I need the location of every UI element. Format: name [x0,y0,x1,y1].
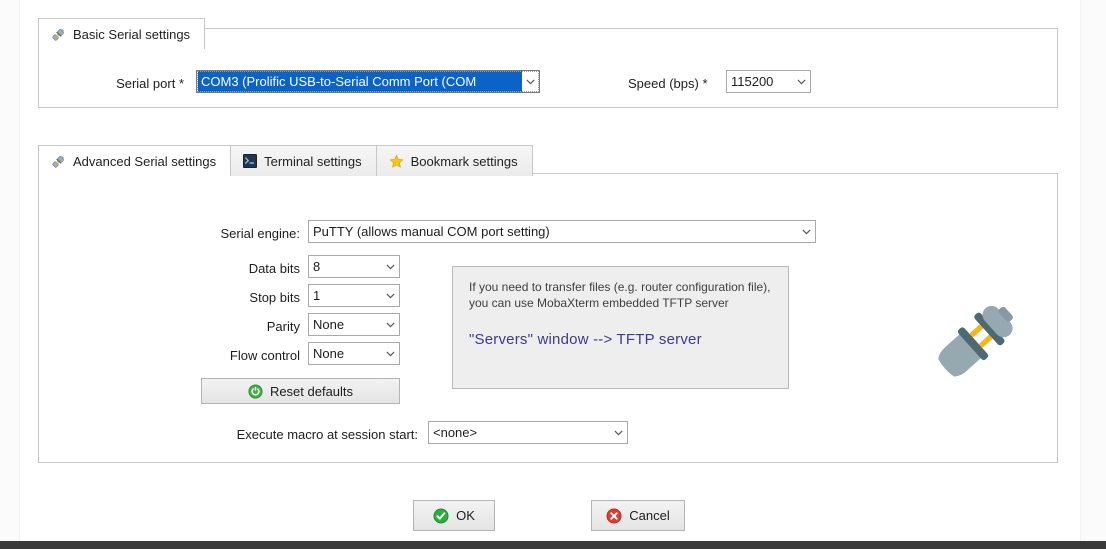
chevron-down-icon[interactable] [522,71,539,92]
plug-connector-icon [930,295,1022,387]
ok-button-label: OK [456,508,475,523]
serial-engine-value: PuTTY (allows manual COM port setting) [313,224,550,239]
chevron-down-icon[interactable] [610,422,627,443]
speed-value: 115200 [731,74,774,89]
cancel-button-label: Cancel [629,508,670,523]
data-bits-value: 8 [313,259,321,274]
tftp-info-text: If you need to transfer files (e.g. rout… [469,280,771,310]
data-bits-select[interactable]: 8 [308,255,400,278]
ok-button[interactable]: OK [413,500,495,531]
chevron-down-icon[interactable] [798,221,815,242]
reset-defaults-label: Reset defaults [269,383,354,399]
terminal-icon [243,154,258,168]
execute-macro-select[interactable]: <none> [428,421,628,444]
plug-icon [51,27,66,42]
execute-macro-value: <none> [433,425,478,440]
flow-control-label: Flow control [229,348,300,363]
flow-control-value: None [313,346,345,361]
serial-port-required-marker: * [178,76,184,91]
speed-required-marker: * [702,76,708,91]
tab-advanced-serial-settings[interactable]: Advanced Serial settings [38,145,232,177]
speed-label: Speed (bps) * [628,76,708,91]
window-left-edge [0,0,20,549]
stop-bits-select[interactable]: 1 [308,284,400,307]
x-circle-icon [606,508,622,524]
flow-control-select[interactable]: None [308,342,400,365]
serial-session-settings-dialog: Basic Serial settings Serial port * COM3… [0,0,1106,549]
stop-bits-label: Stop bits [249,290,300,305]
chevron-down-icon[interactable] [793,71,810,92]
tab-basic-serial-settings-label: Basic Serial settings [73,26,191,42]
chevron-down-icon[interactable] [382,285,399,306]
serial-port-label: Serial port * [116,76,184,91]
advanced-settings-tabstrip: Advanced Serial settings Terminal settin… [38,145,533,177]
execute-macro-label: Execute macro at session start: [236,427,418,442]
window-right-edge [1080,0,1106,549]
chevron-down-icon[interactable] [382,314,399,335]
check-circle-icon [433,508,449,524]
serial-engine-select[interactable]: PuTTY (allows manual COM port setting) [308,220,816,243]
parity-value: None [313,317,345,332]
tab-bookmark-settings[interactable]: Bookmark settings [375,145,533,176]
tftp-info-link: "Servers" window --> TFTP server [469,331,702,348]
tab-terminal-settings[interactable]: Terminal settings [230,145,377,176]
tab-basic-serial-settings[interactable]: Basic Serial settings [38,18,206,50]
tab-terminal-settings-label: Terminal settings [264,153,362,169]
star-icon [389,154,404,169]
serial-engine-label: Serial engine: [220,226,301,241]
chevron-down-icon[interactable] [382,256,399,277]
reset-defaults-button[interactable]: Reset defaults [201,378,400,404]
serial-port-select[interactable]: COM3 (Prolific USB-to-Serial Comm Port (… [196,70,540,93]
cancel-button[interactable]: Cancel [591,500,685,531]
window-bottom-edge [0,541,1106,549]
plug-icon [51,154,66,169]
basic-settings-tabstrip: Basic Serial settings [38,18,206,50]
stop-bits-value: 1 [313,288,321,303]
parity-select[interactable]: None [308,313,400,336]
power-refresh-icon [248,383,263,399]
speed-select[interactable]: 115200 [726,70,811,93]
chevron-down-icon[interactable] [382,343,399,364]
tab-bookmark-settings-label: Bookmark settings [410,153,518,169]
tab-advanced-serial-settings-label: Advanced Serial settings [73,153,217,169]
data-bits-label: Data bits [248,261,300,276]
serial-port-value: COM3 (Prolific USB-to-Serial Comm Port (… [198,71,522,92]
tftp-info-box: If you need to transfer files (e.g. rout… [452,266,789,389]
parity-label: Parity [266,319,300,334]
